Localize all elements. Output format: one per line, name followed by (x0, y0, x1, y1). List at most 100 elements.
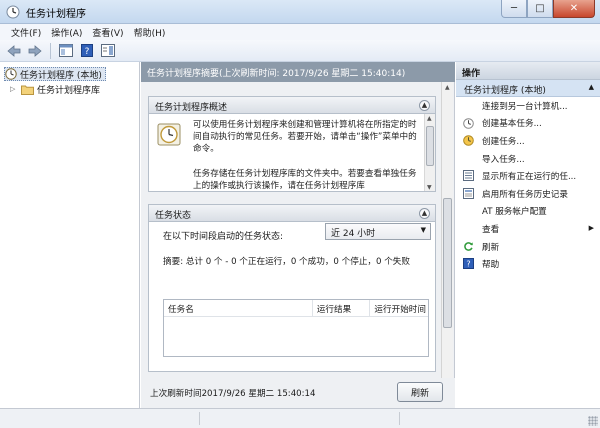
actions-group-header[interactable]: 任务计划程序 (本地) ▲ (456, 80, 600, 97)
scroll-thumb[interactable] (443, 198, 452, 328)
column-header-run-result[interactable]: 运行结果 (313, 300, 371, 316)
back-button[interactable] (5, 43, 23, 59)
collapse-icon[interactable]: ▲ (419, 208, 430, 219)
actions-pane: 操作 任务计划程序 (本地) ▲ 连接到另一台计算机... 创建基本任务... … (456, 62, 600, 408)
toolbar: ? (0, 40, 600, 62)
tree-item-local[interactable]: 任务计划程序 (本地) (4, 67, 106, 81)
refresh-button[interactable]: 刷新 (397, 382, 443, 402)
menu-action[interactable]: 操作(A) (46, 24, 87, 40)
status-period-dropdown[interactable]: 近 24 小时 ▼ (325, 223, 431, 240)
overview-description: 可以使用任务计划程序来创建和管理计算机将在所指定的时间自动执行的常见任务。若要开… (193, 120, 417, 154)
menu-file[interactable]: 文件(F) (6, 24, 46, 40)
minimize-button[interactable]: ─ (501, 0, 527, 18)
window-title: 任务计划程序 (26, 9, 86, 20)
properties-icon (101, 44, 115, 57)
status-segment (200, 412, 400, 425)
action-enable-history[interactable]: 启用所有任务历史记录 (456, 185, 600, 203)
minimize-icon: ─ (510, 3, 518, 14)
action-show-running-tasks[interactable]: 显示所有正在运行的任... (456, 167, 600, 185)
dropdown-value: 近 24 小时 (331, 229, 376, 239)
maximize-icon: □ (535, 3, 545, 14)
action-help[interactable]: ? 帮助 (456, 255, 600, 273)
overview-section-header[interactable]: 任务计划程序概述 ▲ (149, 97, 435, 114)
actions-group-label: 任务计划程序 (本地) (464, 86, 546, 96)
task-icon (463, 135, 474, 146)
properties-button[interactable] (99, 43, 117, 59)
title-bar: 任务计划程序 ─ □ ✕ (0, 0, 600, 24)
action-label: 创建基本任务... (482, 119, 542, 130)
back-arrow-icon (7, 44, 21, 57)
section-title: 任务状态 (155, 211, 192, 221)
column-header-run-start[interactable]: 运行开始时间 (370, 300, 428, 316)
running-tasks-icon (463, 170, 474, 182)
action-import-task[interactable]: 导入任务... (456, 150, 600, 168)
action-connect-computer[interactable]: 连接到另一台计算机... (456, 97, 600, 115)
forward-button[interactable] (26, 43, 44, 59)
scroll-thumb[interactable] (426, 126, 434, 166)
tree-item-label: 任务计划程序库 (37, 85, 101, 96)
collapse-up-icon[interactable]: ▲ (589, 83, 594, 91)
toolbar-separator (50, 42, 51, 59)
column-header-task-name[interactable]: 任务名 (164, 300, 313, 316)
action-create-basic-task[interactable]: 创建基本任务... (456, 115, 600, 133)
console-tree: 任务计划程序 (本地) ▷ 任务计划程序库 (0, 62, 140, 408)
summary-header: 任务计划程序摘要(上次刷新时间: 2017/9/26 星期二 15:40:14) (141, 62, 455, 82)
help-button[interactable]: ? (78, 43, 96, 59)
action-create-task[interactable]: 创建任务... (456, 132, 600, 150)
clock-icon (5, 68, 17, 80)
summary-pane: 任务计划程序摘要(上次刷新时间: 2017/9/26 星期二 15:40:14)… (141, 62, 455, 408)
collapse-icon[interactable]: ▲ (419, 100, 430, 111)
task-status-section: 任务状态 ▲ 在以下时间段启动的任务状态: 近 24 小时 ▼ 摘要: 总计 0… (148, 204, 436, 372)
section-title: 任务计划程序概述 (155, 103, 228, 113)
menu-view[interactable]: 查看(V) (87, 24, 128, 40)
action-label: 显示所有正在运行的任... (482, 172, 577, 183)
task-scheduler-app-icon (6, 5, 20, 19)
status-section-header[interactable]: 任务状态 ▲ (149, 205, 435, 222)
summary-scrollbar[interactable]: ▲ ▼ (441, 82, 453, 392)
action-label: 查看 (482, 224, 500, 235)
action-label: 连接到另一台计算机... (482, 101, 568, 112)
status-summary: 摘要: 总计 0 个 - 0 个正在运行，0 个成功，0 个停止，0 个失败 (163, 257, 410, 267)
action-label: 启用所有任务历史记录 (482, 189, 568, 200)
action-label: 刷新 (482, 242, 500, 253)
show-tree-icon (59, 44, 73, 57)
action-label: 导入任务... (482, 154, 525, 165)
overview-storage-text: 任务存储在任务计划程序库的文件夹中。若要查看单独任务上的操作或执行该操作，请在任… (193, 169, 417, 191)
status-period-label: 在以下时间段启动的任务状态: (163, 232, 284, 242)
summary-footer: 上次刷新时间2017/9/26 星期二 15:40:14 刷新 (141, 378, 455, 408)
overview-scrollbar[interactable]: ▲ ▼ (424, 114, 435, 191)
action-label: 帮助 (482, 260, 500, 271)
help-icon: ? (463, 258, 474, 270)
action-at-service-config[interactable]: AT 服务帐户配置 (456, 203, 600, 221)
action-view[interactable]: 查看 ▶ (456, 220, 600, 238)
actions-header: 操作 (456, 62, 600, 80)
svg-text:?: ? (85, 47, 90, 57)
scroll-up-icon[interactable]: ▲ (427, 115, 432, 122)
refresh-icon (464, 241, 473, 251)
action-refresh[interactable]: 刷新 (456, 238, 600, 256)
svg-text:?: ? (466, 260, 470, 269)
scheduler-clock-icon (157, 123, 181, 146)
expand-icon[interactable]: ▷ (10, 85, 18, 93)
maximize-button[interactable]: □ (527, 0, 553, 18)
menu-help[interactable]: 帮助(H) (129, 24, 171, 40)
forward-arrow-icon (28, 44, 42, 57)
folder-icon (21, 85, 34, 95)
last-refresh-text: 上次刷新时间2017/9/26 星期二 15:40:14 (150, 389, 316, 399)
history-icon (463, 187, 474, 199)
menu-bar: 文件(F) 操作(A) 查看(V) 帮助(H) (0, 24, 600, 40)
overview-section: 任务计划程序概述 ▲ 可以使用任务计划程序来创建和管理计算机将在所指定的时间自动… (148, 96, 436, 192)
task-status-table: 任务名 运行结果 运行开始时间 (163, 299, 429, 357)
wizard-icon (463, 117, 474, 129)
show-tree-button[interactable] (57, 43, 75, 59)
help-icon: ? (81, 44, 93, 57)
status-bar (0, 408, 600, 428)
tree-item-library[interactable]: ▷ 任务计划程序库 (10, 82, 100, 96)
tree-item-label: 任务计划程序 (本地) (20, 70, 102, 81)
close-icon: ✕ (569, 3, 579, 14)
scroll-down-icon[interactable]: ▼ (427, 184, 432, 191)
close-button[interactable]: ✕ (553, 0, 595, 18)
scroll-up-icon[interactable]: ▲ (445, 84, 450, 91)
resize-grip-icon[interactable] (588, 416, 598, 426)
action-label: 创建任务... (482, 136, 525, 147)
